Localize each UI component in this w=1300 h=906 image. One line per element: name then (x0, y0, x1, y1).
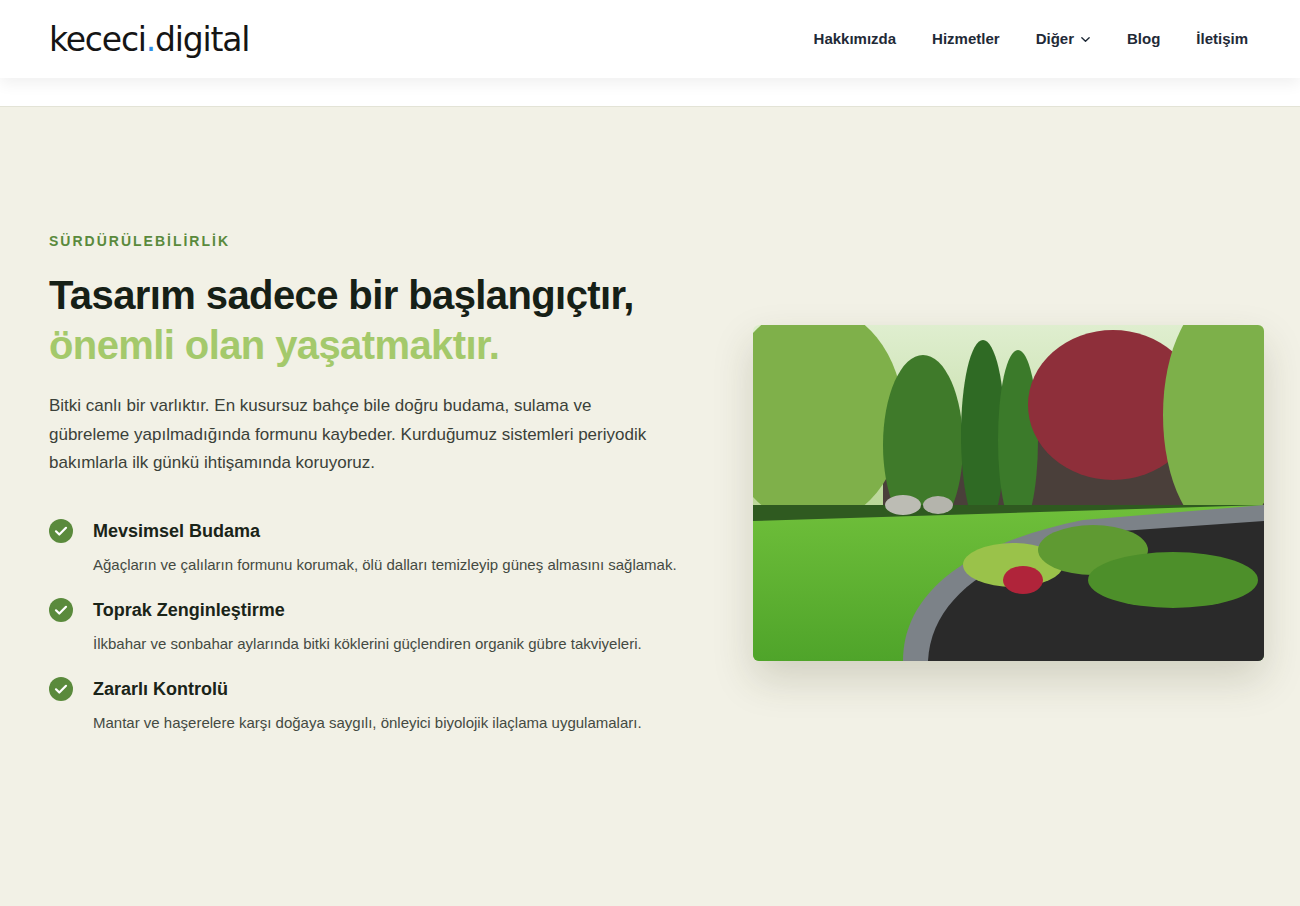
section-eyebrow: SÜRDÜRÜLEBİLİRLİK (49, 231, 681, 252)
nav-label: Hakkımızda (814, 28, 897, 51)
feature-description: İlkbahar ve sonbahar aylarında bitki kök… (93, 631, 642, 656)
section-title: Tasarım sadece bir başlangıçtır,önemli o… (49, 270, 681, 370)
check-circle-icon (49, 519, 73, 543)
feature-title: Toprak Zenginleştirme (93, 597, 642, 623)
logo-text: kececi (49, 23, 146, 56)
feature-list: Mevsimsel Budama Ağaçların ve çalıların f… (49, 518, 681, 755)
feature-description: Ağaçların ve çalıların formunu korumak, … (93, 552, 677, 577)
logo-suffix: digital (155, 23, 249, 56)
feature-body: Toprak Zenginleştirme İlkbahar ve sonbaha… (93, 597, 642, 656)
nav-label: Blog (1127, 28, 1160, 51)
nav-label: Diğer (1036, 28, 1074, 51)
feature-title: Mevsimsel Budama (93, 518, 677, 544)
logo-dot: . (146, 23, 155, 56)
header-band (0, 78, 1300, 107)
nav-link[interactable]: Blog (1127, 28, 1160, 51)
sustainability-section: SÜRDÜRÜLEBİLİRLİK Tasarım sadece bir başl… (0, 107, 1300, 906)
garden-photo (753, 325, 1264, 661)
nav-label: İletişim (1196, 28, 1248, 51)
text-column: SÜRDÜRÜLEBİLİRLİK Tasarım sadece bir başl… (49, 231, 681, 755)
feature-item: Mevsimsel Budama Ağaçların ve çalıların f… (49, 518, 681, 577)
nav-link[interactable]: Hizmetler (932, 28, 1000, 51)
feature-description: Mantar ve haşerelere karşı doğaya saygıl… (93, 710, 642, 735)
nav-link[interactable]: Diğer (1036, 28, 1091, 51)
chevron-down-icon (1080, 34, 1091, 45)
site-logo[interactable]: kececi.digital (49, 23, 249, 56)
site-header: kececi.digital Hakkımızda Hizmetler Diğer Bl… (0, 0, 1300, 78)
feature-title: Zararlı Kontrolü (93, 676, 642, 702)
nav-link[interactable]: İletişim (1196, 28, 1248, 51)
feature-item: Zararlı Kontrolü Mantar ve haşerelere kar… (49, 676, 681, 735)
nav-link[interactable]: Hakkımızda (814, 28, 897, 51)
title-main: Tasarım sadece bir başlangıçtır, (49, 270, 681, 320)
check-circle-icon (49, 598, 73, 622)
title-highlight: önemli olan yaşatmaktır. (49, 320, 681, 370)
image-column (753, 325, 1264, 661)
feature-body: Zararlı Kontrolü Mantar ve haşerelere kar… (93, 676, 642, 735)
feature-body: Mevsimsel Budama Ağaçların ve çalıların f… (93, 518, 677, 577)
nav-label: Hizmetler (932, 28, 1000, 51)
section-text: Bitki canlı bir varlıktır. En kusursuz b… (49, 392, 649, 478)
check-circle-icon (49, 677, 73, 701)
main-nav: Hakkımızda Hizmetler Diğer Blog İletişim (814, 28, 1248, 51)
section-row: SÜRDÜRÜLEBİLİRLİK Tasarım sadece bir başl… (49, 231, 1264, 755)
feature-item: Toprak Zenginleştirme İlkbahar ve sonbaha… (49, 597, 681, 656)
